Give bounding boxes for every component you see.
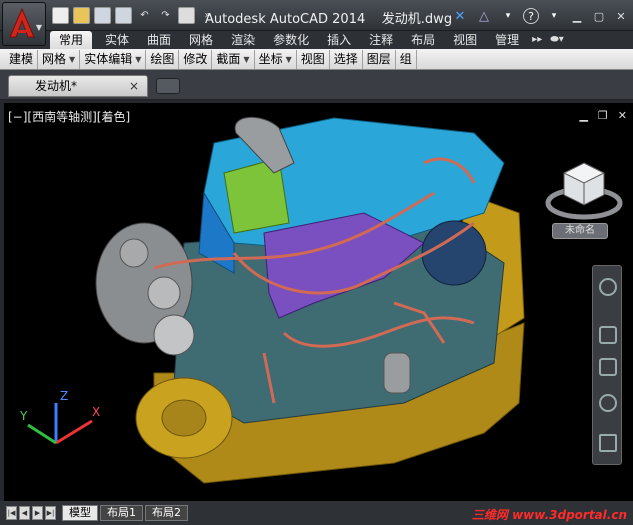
save-as-icon[interactable] [115, 7, 132, 24]
viewcube-icon[interactable] [544, 151, 624, 231]
exchange-icon[interactable]: ✕ [451, 7, 469, 25]
autocad-logo-icon [9, 8, 35, 38]
steering-wheel-icon[interactable] [599, 278, 617, 296]
viewport-controls-label[interactable]: [−][西南等轴测][着色] [8, 108, 130, 125]
panel-label: 修改 [183, 51, 208, 66]
autodesk-360-icon[interactable]: △ [475, 7, 493, 25]
first-layout-icon[interactable]: |◀ [6, 506, 17, 520]
ucs-y-label: Y [20, 409, 28, 423]
tab-solid[interactable]: 实体 [96, 31, 138, 49]
document-tab-bar: 发动机* × [0, 70, 633, 100]
plot-icon[interactable] [178, 7, 195, 24]
prev-layout-icon[interactable]: ◀ [19, 506, 30, 520]
tab-mesh[interactable]: 网格 [180, 31, 222, 49]
expand-arrow-icon: ▼ [135, 54, 142, 64]
tab-layout[interactable]: 布局 [402, 31, 444, 49]
panel-section[interactable]: 截面 ▼ [212, 49, 255, 69]
tab-render[interactable]: 渲染 [222, 31, 264, 49]
panel-solid-editing[interactable]: 实体编辑 ▼ [80, 49, 147, 69]
tab-manage[interactable]: 管理 [486, 31, 528, 49]
viewport-minimize-icon[interactable]: ▁ [579, 109, 587, 122]
ucs-x-label: X [92, 405, 101, 419]
panel-label: 视图 [300, 51, 325, 66]
viewport-close-icon[interactable]: ✕ [618, 109, 627, 122]
application-menu-button[interactable]: ▼ [2, 2, 46, 46]
site-watermark: 三维网 www.3dportal.cn [471, 508, 627, 522]
next-layout-icon[interactable]: ▶ [32, 506, 43, 520]
zoom-extents-icon[interactable] [599, 358, 617, 376]
wcs-menu-button[interactable]: 未命名 [552, 223, 608, 239]
showmotion-icon[interactable] [599, 434, 617, 452]
close-icon[interactable]: ✕ [613, 8, 629, 24]
panel-selection[interactable]: 选择 [330, 49, 363, 69]
panel-label: 选择 [333, 51, 358, 66]
undo-icon[interactable]: ↶ [136, 7, 153, 24]
new-drawing-tab-icon[interactable] [156, 78, 180, 94]
pan-icon[interactable] [599, 326, 617, 344]
tab-annotate[interactable]: 注释 [360, 31, 402, 49]
panel-label: 绘图 [150, 51, 175, 66]
help-icon[interactable]: ? [523, 8, 539, 24]
panel-layers[interactable]: 图层 [363, 49, 396, 69]
title-bar-right: ✕ △ ▾ ? ▾ ▁ ▢ ✕ [451, 6, 629, 26]
drawing-viewport[interactable]: [−][西南等轴测][着色] ▁ ❐ ✕ 未命名 Z X Y [4, 103, 633, 501]
close-tab-icon[interactable]: × [129, 76, 139, 96]
tab-view[interactable]: 视图 [444, 31, 486, 49]
save-icon[interactable] [94, 7, 111, 24]
autocad-window: ↶ ↷ » Autodesk AutoCAD 2014 发动机.dwg ✕ △ … [0, 0, 633, 525]
tab-model[interactable]: 模型 [62, 505, 98, 521]
viewport-window-controls: ▁ ❐ ✕ [579, 109, 627, 122]
ucs-z-label: Z [60, 389, 69, 403]
window-title: Autodesk AutoCAD 2014 发动机.dwg [205, 8, 452, 27]
orbit-icon[interactable] [599, 394, 617, 412]
tab-home[interactable]: 常用 [50, 31, 93, 49]
expand-arrow-icon: ▼ [69, 54, 76, 64]
tab-insert[interactable]: 插入 [318, 31, 360, 49]
panel-label: 网格 [42, 51, 67, 66]
app-name: Autodesk AutoCAD 2014 [205, 12, 366, 27]
tab-parametric[interactable]: 参数化 [264, 31, 318, 49]
tab-surface[interactable]: 曲面 [138, 31, 180, 49]
ribbon-panel-bar: 建模 网格 ▼ 实体编辑 ▼ 绘图 修改 截面 ▼ 坐标 ▼ 视图 选择 图层 组 [0, 49, 633, 70]
document-tab-label: 发动机* [35, 79, 78, 93]
ribbon-tabs: 常用 实体 曲面 网格 渲染 参数化 插入 注释 布局 视图 管理 ▸▸ ⬬▾ [0, 31, 633, 49]
ribbon-minimize-icon[interactable]: ⬬▾ [546, 31, 568, 49]
last-layout-icon[interactable]: ▶| [45, 506, 56, 520]
navigation-bar [592, 265, 622, 465]
maximize-icon[interactable]: ▢ [591, 8, 607, 24]
ucs-icon: Z X Y [14, 389, 114, 463]
panel-label: 组 [399, 51, 412, 66]
open-file-icon[interactable] [73, 7, 90, 24]
panel-label: 截面 [216, 51, 241, 66]
new-file-icon[interactable] [52, 7, 69, 24]
help-dropdown-icon[interactable]: ▾ [545, 7, 563, 25]
tab-layout2[interactable]: 布局2 [145, 505, 188, 521]
redo-icon[interactable]: ↷ [157, 7, 174, 24]
ucs-axes-icon [27, 403, 93, 445]
layout-tab-bar: |◀ ◀ ▶ ▶| 模型 布局1 布局2 三维网 www.3dportal.cn [0, 501, 633, 525]
panel-label: 坐标 [258, 51, 283, 66]
viewport-restore-icon[interactable]: ❐ [598, 109, 608, 122]
quick-access-toolbar: ↶ ↷ » [52, 7, 216, 25]
app-menu-caret-icon: ▼ [35, 23, 42, 32]
tab-layout1[interactable]: 布局1 [100, 505, 143, 521]
panel-label: 建模 [9, 51, 34, 66]
panel-groups[interactable]: 组 [396, 49, 417, 69]
minimize-icon[interactable]: ▁ [569, 8, 585, 24]
panel-view[interactable]: 视图 [297, 49, 330, 69]
expand-arrow-icon: ▼ [285, 54, 292, 64]
dropdown-icon[interactable]: ▾ [499, 7, 517, 25]
file-name: 发动机.dwg [381, 12, 453, 27]
panel-label: 图层 [366, 51, 391, 66]
panel-mesh[interactable]: 网格 ▼ [38, 49, 81, 69]
title-bar: ↶ ↷ » Autodesk AutoCAD 2014 发动机.dwg ✕ △ … [0, 0, 633, 31]
panel-label: 实体编辑 [84, 51, 133, 66]
more-tabs-icon[interactable]: ▸▸ [528, 31, 546, 49]
panel-draw[interactable]: 绘图 [146, 49, 180, 69]
panel-modify[interactable]: 修改 [179, 49, 213, 69]
panel-modeling[interactable]: 建模 [5, 49, 39, 69]
panel-coordinates[interactable]: 坐标 ▼ [255, 49, 297, 69]
document-tab-engine[interactable]: 发动机* × [8, 75, 148, 97]
expand-arrow-icon: ▼ [243, 54, 250, 64]
